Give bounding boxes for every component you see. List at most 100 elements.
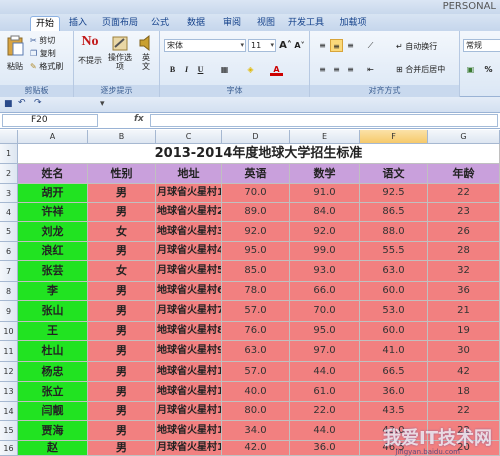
align-center-icon[interactable]: ≡	[330, 63, 343, 76]
italic-button[interactable]: I	[180, 63, 193, 76]
data-cell[interactable]: 贾海	[18, 421, 88, 441]
data-cell[interactable]: 63.0	[360, 261, 428, 282]
data-cell[interactable]: 61.0	[290, 382, 360, 402]
data-cell[interactable]: 杨忠	[18, 362, 88, 382]
data-cell[interactable]: 地球省火星村11	[156, 382, 222, 402]
data-cell[interactable]: 89.0	[222, 203, 290, 222]
column-header-b[interactable]: B	[88, 130, 156, 144]
data-cell[interactable]: 57.0	[222, 301, 290, 322]
data-cell[interactable]: 32	[428, 261, 500, 282]
data-cell[interactable]: 地球省火星村3	[156, 222, 222, 242]
data-cell[interactable]: 92.5	[360, 184, 428, 203]
data-cell[interactable]: 93.0	[290, 261, 360, 282]
row-header[interactable]: 15	[0, 421, 18, 441]
tab-data[interactable]: 数据	[182, 16, 210, 31]
data-cell[interactable]: 浪红	[18, 242, 88, 261]
data-cell[interactable]: 43.5	[360, 402, 428, 421]
data-cell[interactable]: 78.0	[222, 282, 290, 301]
data-cell[interactable]: 男	[88, 362, 156, 382]
data-cell[interactable]: 男	[88, 282, 156, 301]
data-cell[interactable]: 22.0	[290, 402, 360, 421]
data-cell[interactable]: 92.0	[222, 222, 290, 242]
formula-input[interactable]	[150, 114, 498, 127]
data-cell[interactable]: 55.5	[360, 242, 428, 261]
data-cell[interactable]: 60.0	[360, 322, 428, 341]
data-cell[interactable]: 月球省火星村12	[156, 402, 222, 421]
data-cell[interactable]: 95.0	[222, 242, 290, 261]
data-cell[interactable]: 21	[428, 301, 500, 322]
percent-icon[interactable]: %	[482, 63, 495, 76]
header-cell[interactable]: 地址	[156, 164, 222, 184]
format-painter-button[interactable]: ✎ 格式刷	[30, 61, 63, 72]
column-header-e[interactable]: E	[290, 130, 360, 144]
data-cell[interactable]: 60.0	[360, 282, 428, 301]
row-header[interactable]: 9	[0, 301, 18, 322]
data-cell[interactable]: 男	[88, 242, 156, 261]
tab-view[interactable]: 视图	[252, 16, 280, 31]
shrink-font-icon[interactable]: A˅	[293, 39, 306, 52]
font-color-button[interactable]: A	[270, 63, 283, 76]
data-cell[interactable]: 男	[88, 203, 156, 222]
data-cell[interactable]: 42	[428, 362, 500, 382]
data-cell[interactable]: 22	[428, 402, 500, 421]
redo-icon[interactable]: ↷	[34, 98, 42, 108]
tab-developer[interactable]: 开发工具	[284, 16, 328, 31]
align-bottom-icon[interactable]: ≡	[344, 39, 357, 52]
data-cell[interactable]: 42.0	[222, 441, 290, 456]
orientation-icon[interactable]: ⟋	[364, 39, 377, 52]
column-header-f[interactable]: F	[360, 130, 428, 144]
data-cell[interactable]: 闫靓	[18, 402, 88, 421]
chevron-down-icon[interactable]: ▾	[100, 99, 105, 109]
column-header-a[interactable]: A	[18, 130, 88, 144]
data-cell[interactable]: 44.0	[290, 421, 360, 441]
data-cell[interactable]: 胡开	[18, 184, 88, 203]
data-cell[interactable]: 男	[88, 341, 156, 362]
font-name-combo[interactable]: 宋体 ▾	[164, 39, 246, 52]
data-cell[interactable]: 30	[428, 341, 500, 362]
align-middle-icon[interactable]: ≡	[330, 39, 343, 52]
data-cell[interactable]: 月球省火星村14	[156, 441, 222, 456]
english-button[interactable]: 英文	[136, 34, 156, 71]
data-cell[interactable]: 刘龙	[18, 222, 88, 242]
data-cell[interactable]: 23	[428, 203, 500, 222]
data-cell[interactable]: 地球省火星村10	[156, 362, 222, 382]
indent-icon[interactable]: ⇤	[364, 63, 377, 76]
data-cell[interactable]: 88.0	[360, 222, 428, 242]
data-cell[interactable]: 36.0	[360, 382, 428, 402]
bold-button[interactable]: B	[166, 63, 179, 76]
data-cell[interactable]: 王	[18, 322, 88, 341]
tab-page-layout[interactable]: 页面布局	[98, 16, 142, 31]
data-cell[interactable]: 95.0	[290, 322, 360, 341]
fill-color-icon[interactable]: ◈	[244, 63, 257, 76]
header-cell[interactable]: 姓名	[18, 164, 88, 184]
data-cell[interactable]: 男	[88, 322, 156, 341]
data-cell[interactable]: 许祥	[18, 203, 88, 222]
data-cell[interactable]: 李	[18, 282, 88, 301]
data-cell[interactable]: 张立	[18, 382, 88, 402]
tab-review[interactable]: 审阅	[218, 16, 246, 31]
data-cell[interactable]: 86.5	[360, 203, 428, 222]
column-header-d[interactable]: D	[222, 130, 290, 144]
save-icon[interactable]: ■	[4, 99, 13, 109]
data-cell[interactable]: 地球省火星村13	[156, 421, 222, 441]
data-cell[interactable]: 月球省火星村7	[156, 301, 222, 322]
row-header[interactable]: 10	[0, 322, 18, 341]
header-cell[interactable]: 数学	[290, 164, 360, 184]
column-header-g[interactable]: G	[428, 130, 500, 144]
data-cell[interactable]: 18	[428, 382, 500, 402]
tab-addins[interactable]: 加载项	[334, 16, 372, 31]
data-cell[interactable]: 地球省火星村8	[156, 322, 222, 341]
data-cell[interactable]: 36	[428, 282, 500, 301]
row-header[interactable]: 13	[0, 382, 18, 402]
data-cell[interactable]: 女	[88, 261, 156, 282]
data-cell[interactable]: 36.0	[290, 441, 360, 456]
data-cell[interactable]: 男	[88, 382, 156, 402]
border-icon[interactable]: ▦	[218, 63, 231, 76]
header-cell[interactable]: 性别	[88, 164, 156, 184]
data-cell[interactable]: 张山	[18, 301, 88, 322]
header-cell[interactable]: 年龄	[428, 164, 500, 184]
data-cell[interactable]: 85.0	[222, 261, 290, 282]
name-box[interactable]: F20	[2, 114, 98, 127]
row-header[interactable]: 8	[0, 282, 18, 301]
row-header[interactable]: 7	[0, 261, 18, 282]
